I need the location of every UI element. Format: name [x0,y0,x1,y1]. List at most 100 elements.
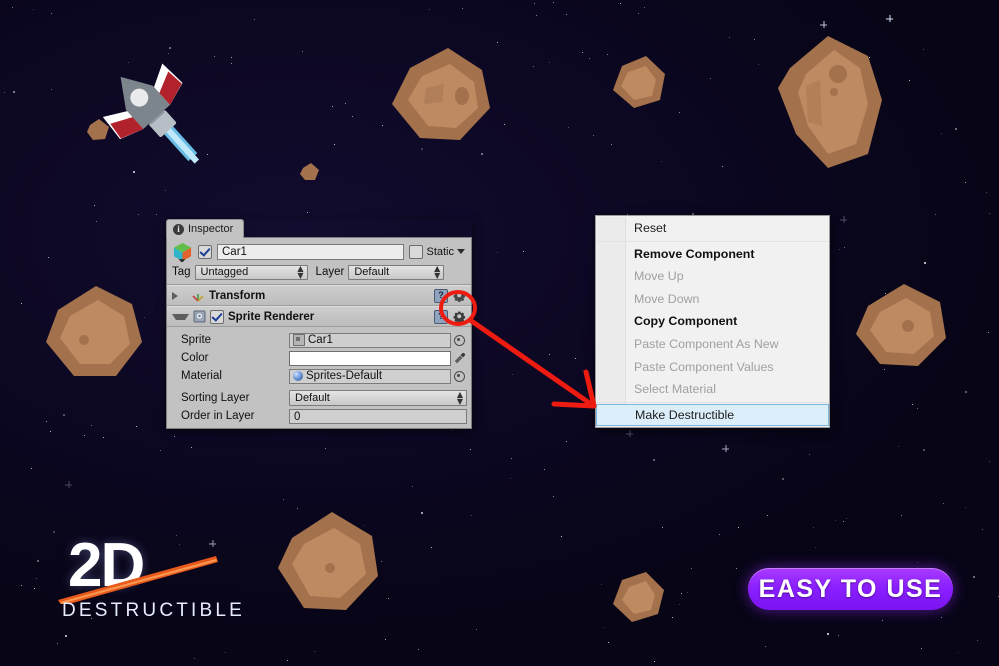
star [553,496,554,497]
component-header-sprite-renderer[interactable]: Sprite Renderer ? [167,306,471,327]
star [843,521,844,522]
star [921,648,922,649]
help-icon[interactable]: ? [434,289,448,303]
stepper-icon: ▲▼ [297,265,303,279]
logo-subtitle: DESTRUCTIBLE [62,600,245,622]
component-header-transform[interactable]: Transform ? [167,285,471,306]
color-eyedropper-button[interactable] [451,352,467,365]
eyedropper-icon [453,352,466,365]
sprite-renderer-enabled-checkbox[interactable] [210,310,224,324]
chevron-down-icon[interactable] [457,249,465,254]
order-in-layer-input[interactable]: 0 [289,409,467,424]
star [36,578,37,579]
component-context-menu[interactable]: ResetRemove ComponentMove UpMove DownCop… [595,215,830,428]
sprite-value: Car1 [308,334,333,346]
asteroid [608,52,670,112]
star [839,249,840,250]
star [754,39,755,40]
star [34,588,35,589]
star [941,133,942,134]
star [65,481,72,488]
star [314,651,315,652]
context-menu-item[interactable]: Reset [596,217,829,240]
sprite-thumbnail-icon [293,334,305,346]
star [820,21,827,28]
gear-icon[interactable] [453,310,466,323]
star [283,499,284,500]
star [536,15,537,16]
static-control[interactable]: Static [409,245,467,259]
star [231,63,232,64]
star [332,106,333,107]
star [561,536,562,537]
help-icon[interactable]: ? [434,310,448,324]
star [626,430,633,437]
star [94,205,95,206]
star [838,635,839,636]
star [965,182,966,183]
star [611,144,612,145]
star [679,112,680,113]
star [973,576,975,578]
star [302,51,303,52]
star [827,633,829,635]
property-row-sorting-layer: Sorting Layer Default ▲▼ [167,389,471,407]
star [941,617,942,618]
chevron-right-icon[interactable] [172,292,187,300]
star [429,9,430,10]
sprite-object-field[interactable]: Car1 [289,333,451,348]
star [923,49,924,50]
star [681,593,682,594]
star [844,247,845,248]
inspector-panel[interactable]: i Inspector Car1 Static [166,219,472,429]
layer-dropdown[interactable]: Default ▲▼ [348,265,444,280]
material-picker-button[interactable] [451,371,467,382]
star [935,214,936,215]
star [174,436,175,437]
component-title: Sprite Renderer [228,311,314,323]
gameobject-enabled-checkbox[interactable] [198,245,212,259]
star [840,216,847,223]
material-sphere-icon [293,371,303,381]
property-row-color: Color [167,349,471,367]
context-menu-item: Move Up [596,265,829,288]
star [687,592,688,593]
asteroid [40,278,148,384]
gameobject-name-input[interactable]: Car1 [217,244,404,260]
star [21,585,22,586]
sprite-picker-button[interactable] [451,335,467,346]
star [955,128,957,130]
color-swatch-field[interactable] [289,351,451,366]
star [512,374,513,375]
static-checkbox[interactable] [409,245,423,259]
tab-inspector[interactable]: i Inspector [166,219,244,238]
star [815,547,816,548]
sorting-layer-dropdown[interactable]: Default ▲▼ [289,390,467,406]
context-menu-item[interactable]: Copy Component [596,310,829,333]
star [470,449,471,450]
context-menu-item[interactable]: Make Destructible [596,404,829,426]
context-menu-item[interactable]: Remove Component [596,243,829,266]
star [225,652,226,653]
material-object-field[interactable]: Sprites-Default [289,369,451,384]
star [421,512,423,514]
asteroid [272,506,388,618]
object-picker-icon [454,371,465,382]
star [736,568,737,569]
star [924,262,926,264]
object-picker-icon [454,335,465,346]
stepper-icon: ▲▼ [457,391,463,405]
easy-to-use-badge: EASY TO USE [748,568,953,610]
star [421,148,423,150]
star [103,437,104,438]
star [767,515,768,516]
context-menu-divider [596,241,829,242]
star [431,547,432,548]
star [84,435,85,436]
chevron-down-icon[interactable] [172,314,189,320]
tag-dropdown[interactable]: Untagged ▲▼ [195,265,308,280]
tab-inspector-label: Inspector [188,223,233,235]
asteroid [386,42,494,146]
star [352,116,353,117]
gear-icon[interactable] [453,289,466,302]
